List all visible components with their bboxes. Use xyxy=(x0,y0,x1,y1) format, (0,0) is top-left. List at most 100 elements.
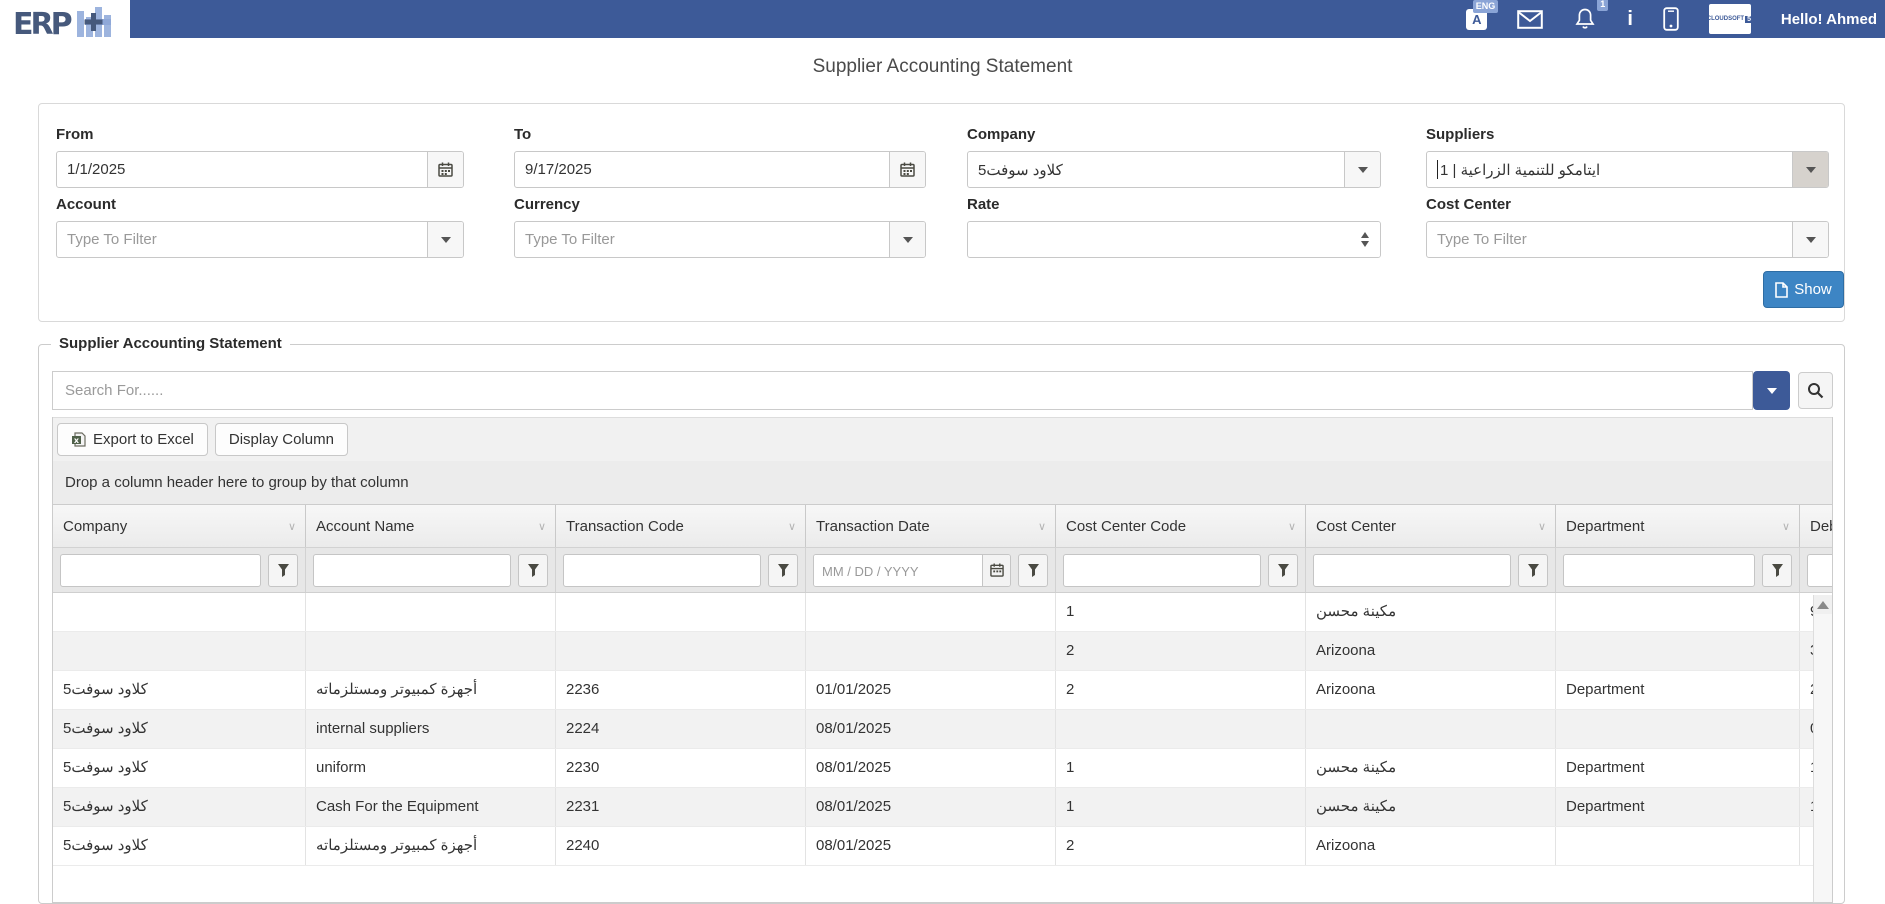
header-menu-chevron-icon[interactable]: ∨ xyxy=(1782,520,1790,533)
rate-spinner-buttons[interactable] xyxy=(1350,222,1380,257)
filter-funnel-icon xyxy=(528,564,539,577)
column-header-company[interactable]: Company∨ xyxy=(53,505,306,547)
filter-funnel-button[interactable] xyxy=(518,554,548,587)
cost-center-dropdown-button[interactable] xyxy=(1792,222,1828,257)
column-header-account-name[interactable]: Account Name∨ xyxy=(306,505,556,547)
table-row[interactable]: 2Arizoona30 xyxy=(53,632,1832,671)
column-header-transaction-code[interactable]: Transaction Code∨ xyxy=(556,505,806,547)
filter-funnel-button[interactable] xyxy=(1268,554,1298,587)
currency-dropdown-button[interactable] xyxy=(889,222,925,257)
cost-center-placeholder[interactable]: Type To Filter xyxy=(1427,222,1792,257)
grid-filter-row xyxy=(53,547,1832,593)
notifications-bell-icon[interactable]: 1 xyxy=(1573,7,1597,31)
suppliers-select[interactable]: ايتامكو للتنمية الزراعية | 1 xyxy=(1426,151,1829,188)
chevron-down-icon xyxy=(903,237,913,243)
table-row[interactable]: كلاود سوفت5uniform223008/01/20251مكينة م… xyxy=(53,749,1832,788)
filter-funnel-button[interactable] xyxy=(768,554,798,587)
suppliers-value[interactable]: ايتامكو للتنمية الزراعية | 1 xyxy=(1427,152,1792,187)
column-filter-input[interactable] xyxy=(1807,554,1833,587)
export-to-excel-button[interactable]: x Export to Excel xyxy=(57,423,208,456)
account-placeholder[interactable]: Type To Filter xyxy=(57,222,427,257)
filter-calendar-button[interactable] xyxy=(982,555,1010,586)
filter-cell-account-name xyxy=(306,548,556,592)
table-cell xyxy=(53,632,306,670)
column-filter-input[interactable] xyxy=(60,554,261,587)
company-value[interactable]: كلاود سوفت5 xyxy=(968,152,1344,187)
search-button[interactable] xyxy=(1798,372,1833,409)
from-calendar-button[interactable] xyxy=(427,152,463,187)
info-icon[interactable]: i xyxy=(1627,9,1633,29)
column-filter-input[interactable] xyxy=(1563,554,1755,587)
table-row[interactable]: 1مكينة محسن90 xyxy=(53,593,1832,632)
table-cell: 2236 xyxy=(556,671,806,709)
header-menu-chevron-icon[interactable]: ∨ xyxy=(1038,520,1046,533)
date-filter-input[interactable] xyxy=(814,555,982,587)
currency-placeholder[interactable]: Type To Filter xyxy=(515,222,889,257)
mobile-app-icon[interactable] xyxy=(1663,7,1679,31)
header-menu-chevron-icon[interactable]: ∨ xyxy=(788,520,796,533)
page-title: Supplier Accounting Statement xyxy=(0,56,1885,78)
table-cell xyxy=(306,593,556,631)
column-filter-input[interactable] xyxy=(313,554,511,587)
header-menu-chevron-icon[interactable]: ∨ xyxy=(1288,520,1296,533)
scroll-up-icon[interactable] xyxy=(1814,595,1832,614)
table-cell: 2230 xyxy=(556,749,806,787)
filter-funnel-button[interactable] xyxy=(1762,554,1792,587)
mail-icon[interactable] xyxy=(1517,10,1543,29)
column-header-transaction-date[interactable]: Transaction Date∨ xyxy=(806,505,1056,547)
show-button[interactable]: Show xyxy=(1763,271,1844,308)
header-menu-chevron-icon[interactable]: ∨ xyxy=(538,520,546,533)
search-input[interactable] xyxy=(52,371,1753,410)
display-column-button[interactable]: Display Column xyxy=(215,423,348,456)
rate-stepper[interactable] xyxy=(967,221,1381,258)
filter-funnel-button[interactable] xyxy=(1018,554,1048,587)
suppliers-dropdown-button[interactable] xyxy=(1792,152,1828,187)
table-cell: 08/01/2025 xyxy=(806,788,1056,826)
filter-cell-department xyxy=(1556,548,1800,592)
to-calendar-button[interactable] xyxy=(889,152,925,187)
user-greeting[interactable]: Hello! Ahmed xyxy=(1781,11,1877,28)
column-filter-input[interactable] xyxy=(1313,554,1511,587)
language-badge: ENG xyxy=(1473,0,1499,13)
filter-funnel-button[interactable] xyxy=(268,554,298,587)
chevron-down-icon xyxy=(1806,167,1816,173)
account-dropdown-button[interactable] xyxy=(427,222,463,257)
cost-center-select[interactable]: Type To Filter xyxy=(1426,221,1829,258)
table-cell xyxy=(1556,710,1800,748)
table-cell xyxy=(1306,710,1556,748)
rate-value[interactable] xyxy=(968,222,1350,257)
filter-funnel-button[interactable] xyxy=(1518,554,1548,587)
table-cell xyxy=(1556,593,1800,631)
from-date-value[interactable]: 1/1/2025 xyxy=(57,152,427,187)
table-cell xyxy=(53,593,306,631)
table-row[interactable]: كلاود سوفت5Cash For the Equipment223108/… xyxy=(53,788,1832,827)
column-header-department[interactable]: Department∨ xyxy=(1556,505,1800,547)
search-options-dropdown-button[interactable] xyxy=(1753,371,1790,410)
language-switch-icon[interactable]: A ENG xyxy=(1466,9,1487,30)
from-date-field[interactable]: 1/1/2025 xyxy=(56,151,464,188)
brand-logo-badge[interactable]: CLOUDSOFT 5 xyxy=(1709,4,1751,34)
header-menu-chevron-icon[interactable]: ∨ xyxy=(288,520,296,533)
company-dropdown-button[interactable] xyxy=(1344,152,1380,187)
column-header-cost-center-code[interactable]: Cost Center Code∨ xyxy=(1056,505,1306,547)
column-filter-input[interactable] xyxy=(563,554,761,587)
group-by-drop-zone[interactable]: Drop a column header here to group by th… xyxy=(53,461,1832,505)
column-header-debit[interactable]: Debit∨ xyxy=(1800,505,1833,547)
table-cell: 01/01/2025 xyxy=(806,671,1056,709)
table-row[interactable]: كلاود سوفت5أجهزة كمبيوتر ومستلزماته22400… xyxy=(53,827,1832,866)
grid-vertical-scrollbar[interactable] xyxy=(1813,595,1832,902)
app-logo[interactable]: ERP xyxy=(0,0,130,45)
header-menu-chevron-icon[interactable]: ∨ xyxy=(1538,520,1546,533)
table-cell xyxy=(806,593,1056,631)
column-header-cost-center[interactable]: Cost Center∨ xyxy=(1306,505,1556,547)
column-filter-input[interactable] xyxy=(1063,554,1261,587)
to-date-value[interactable]: 9/17/2025 xyxy=(515,152,889,187)
table-row[interactable]: كلاود سوفت5internal suppliers222408/01/2… xyxy=(53,710,1832,749)
table-cell: 08/01/2025 xyxy=(806,710,1056,748)
from-label: From xyxy=(56,126,464,143)
account-select[interactable]: Type To Filter xyxy=(56,221,464,258)
company-select[interactable]: كلاود سوفت5 xyxy=(967,151,1381,188)
table-row[interactable]: كلاود سوفت5أجهزة كمبيوتر ومستلزماته22360… xyxy=(53,671,1832,710)
to-date-field[interactable]: 9/17/2025 xyxy=(514,151,926,188)
currency-select[interactable]: Type To Filter xyxy=(514,221,926,258)
